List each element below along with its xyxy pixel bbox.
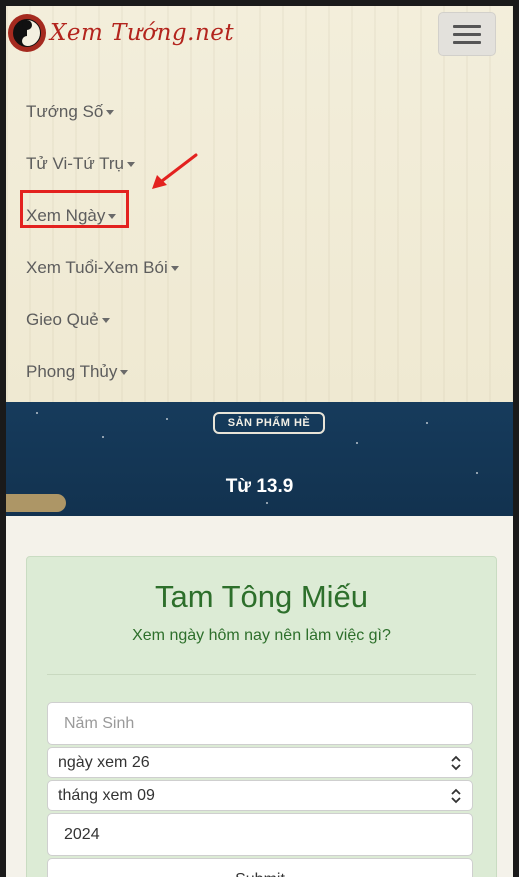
site-header: Xem Tướng.net Tướng Số Tử Vi-Tứ Trụ Xem … [6,6,513,402]
year-input[interactable]: 2024 [47,813,473,856]
caret-down-icon [127,161,136,167]
day-select-value: ngày xem 26 [58,753,150,771]
nav-item-label: Gieo Quẻ [26,310,99,329]
promo-banner[interactable]: SẢN PHẨM HÈ Từ 13.9 [6,402,513,516]
nav-item-gieo-que[interactable]: Gieo Quẻ [26,294,179,346]
divider [47,674,476,675]
promo-date: Từ 13.9 [225,476,294,497]
card-title: Tam Tông Miếu [154,579,369,614]
logo-text: Xem Tướng.net [50,20,235,46]
promo-badge: SẢN PHẨM HÈ [213,412,325,434]
nav-item-phong-thuy[interactable]: Phong Thủy [26,346,179,398]
main-content: Tam Tông Miếu Xem ngày hôm nay nên làm v… [6,516,513,877]
day-select[interactable]: ngày xem 26 [47,747,473,778]
hamburger-icon [453,24,481,28]
hamburger-menu-button[interactable] [438,12,496,56]
submit-button[interactable]: Submit [47,858,473,877]
annotation-highlight-box [20,190,129,228]
select-arrows-icon [451,755,461,771]
nav-item-label: Tử Vi-Tứ Trụ [26,154,125,173]
browser-viewport: Xem Tướng.net Tướng Số Tử Vi-Tứ Trụ Xem … [6,6,513,877]
site-logo[interactable]: Xem Tướng.net [8,14,234,52]
caret-down-icon [106,109,115,115]
nav-item-label: Phong Thủy [26,362,118,381]
day-lookup-card: Tam Tông Miếu Xem ngày hôm nay nên làm v… [26,556,497,877]
card-subtitle: Xem ngày hôm nay nên làm việc gì? [132,627,391,644]
month-select[interactable]: tháng xem 09 [47,780,473,811]
select-arrows-icon [451,788,461,804]
caret-down-icon [170,265,179,271]
nav-item-label: Tướng Số [26,102,104,121]
nav-item-xem-tuoi-xem-boi[interactable]: Xem Tuổi-Xem Bói [26,242,179,294]
month-select-value: tháng xem 09 [58,786,155,804]
main-nav: Tướng Số Tử Vi-Tứ Trụ Xem Ngày Xem Tuổi-… [26,86,179,398]
yin-yang-icon [8,14,46,52]
birth-year-input[interactable]: Năm Sinh [47,702,473,745]
caret-down-icon [101,317,110,323]
nav-item-tuong-so[interactable]: Tướng Số [26,86,179,138]
nav-item-label: Xem Tuổi-Xem Bói [26,258,168,277]
caret-down-icon [120,369,129,375]
annotation-arrow-icon [152,153,198,189]
